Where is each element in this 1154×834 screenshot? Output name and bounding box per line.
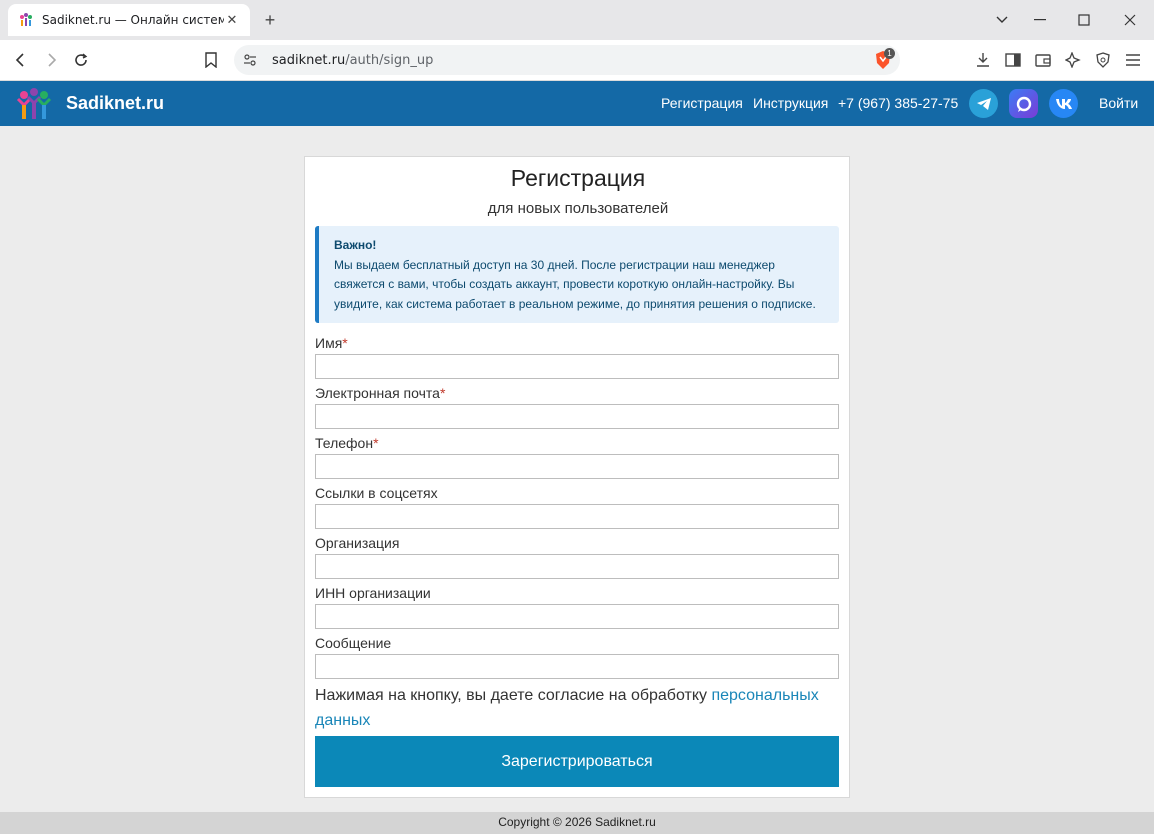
menu-icon[interactable] <box>1121 48 1145 72</box>
registration-card: Регистрация для новых пользователей Важн… <box>304 156 850 798</box>
reload-icon[interactable] <box>69 48 93 72</box>
vk-icon[interactable] <box>1049 89 1078 118</box>
maximize-icon[interactable] <box>1072 8 1096 32</box>
inn-label: ИНН организации <box>315 585 431 601</box>
sidebar-icon[interactable] <box>1001 48 1025 72</box>
close-window-icon[interactable] <box>1118 8 1142 32</box>
url-text: sadiknet.ru/auth/sign_up <box>272 52 434 68</box>
max-messenger-icon[interactable] <box>1009 89 1038 118</box>
browser-tabbar: Sadiknet.ru — Онлайн система у ✕ + <box>0 0 1154 40</box>
notice-text: Мы выдаем бесплатный доступ на 30 дней. … <box>334 257 816 311</box>
email-field[interactable] <box>315 404 839 429</box>
register-button[interactable]: Зарегистрироваться <box>315 736 839 787</box>
phone-label: Телефон* <box>315 435 379 451</box>
inn-field[interactable] <box>315 604 839 629</box>
name-field[interactable] <box>315 354 839 379</box>
message-label: Сообщение <box>315 635 392 651</box>
site-favicon-icon <box>20 13 32 26</box>
site-header: Sadiknet.ru Регистрация Инструкция +7 (9… <box>0 81 1154 126</box>
vpn-shield-icon[interactable] <box>1091 48 1115 72</box>
consent-text: Нажимая на кнопку, вы даете согласие на … <box>315 687 819 729</box>
new-tab-icon[interactable]: + <box>260 10 280 30</box>
nav-register-link[interactable]: Регистрация <box>661 95 743 111</box>
forward-icon[interactable] <box>39 48 63 72</box>
sadiknet-logo-icon[interactable] <box>16 87 52 121</box>
tab-close-icon[interactable]: ✕ <box>224 12 240 28</box>
browser-tab[interactable]: Sadiknet.ru — Онлайн система у ✕ <box>8 4 250 36</box>
bookmark-icon[interactable] <box>199 48 223 72</box>
brave-shield-icon[interactable]: 1 <box>874 48 895 70</box>
social-links-field[interactable] <box>315 504 839 529</box>
brand-name[interactable]: Sadiknet.ru <box>66 93 164 114</box>
back-icon[interactable] <box>9 48 33 72</box>
nav-instructions-link[interactable]: Инструкция <box>753 95 828 111</box>
nav-phone-link[interactable]: +7 (967) 385-27-75 <box>838 95 958 111</box>
tab-title: Sadiknet.ru — Онлайн система у <box>42 13 224 27</box>
organization-label: Организация <box>315 535 400 551</box>
organization-field[interactable] <box>315 554 839 579</box>
shield-count-badge: 1 <box>884 48 895 59</box>
name-label: Имя* <box>315 335 348 351</box>
message-field[interactable] <box>315 654 839 679</box>
minimize-icon[interactable] <box>1028 8 1052 32</box>
wallet-icon[interactable] <box>1031 48 1055 72</box>
info-notice: Важно! Мы выдаем бесплатный доступ на 30… <box>315 226 839 323</box>
site-settings-icon[interactable] <box>243 53 257 67</box>
page-title: Регистрация <box>510 165 646 191</box>
tab-search-chevron-icon[interactable] <box>990 8 1014 32</box>
login-link[interactable]: Войти <box>1099 95 1138 111</box>
page-subtitle: для новых пользователей <box>487 200 669 217</box>
telegram-icon[interactable] <box>969 89 998 118</box>
footer-copyright: Copyright © 2026 Sadiknet.ru <box>0 812 1154 834</box>
social-links-label: Ссылки в соцсетях <box>315 485 438 501</box>
email-label: Электронная почта* <box>315 385 446 401</box>
address-bar[interactable]: sadiknet.ru/auth/sign_up 1 <box>234 45 900 75</box>
notice-title: Важно! <box>334 238 377 252</box>
leo-ai-icon[interactable] <box>1061 48 1085 72</box>
download-icon[interactable] <box>971 48 995 72</box>
browser-toolbar: sadiknet.ru/auth/sign_up 1 <box>0 40 1154 81</box>
phone-field[interactable] <box>315 454 839 479</box>
